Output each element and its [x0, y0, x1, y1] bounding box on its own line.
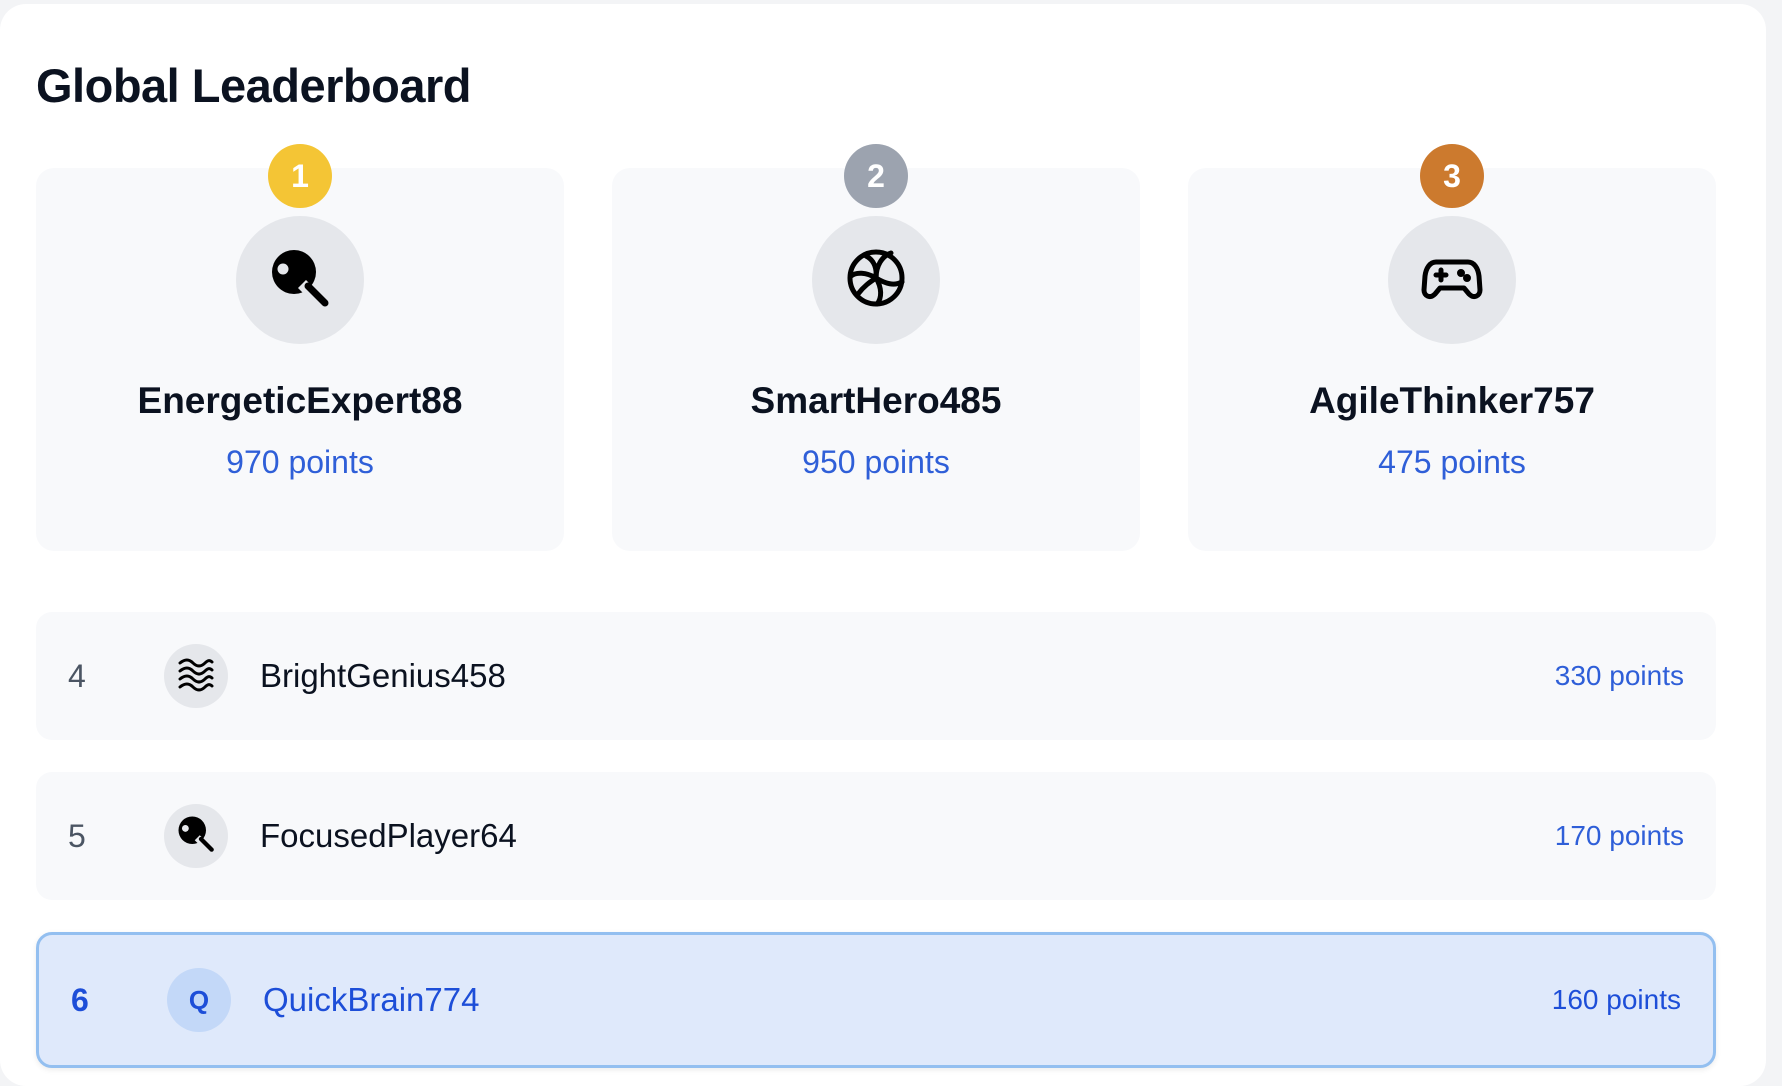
leaderboard-row[interactable]: 5 FocusedPlayer64 170 points	[36, 772, 1716, 900]
player-points: 475 points	[1378, 444, 1526, 480]
current-user-row[interactable]: 6 Q QuickBrain774 160 points	[36, 932, 1716, 1068]
podium-card-third[interactable]: 3 AgileThinker757 475 points	[1188, 144, 1716, 551]
leaderboard-row[interactable]: 4 BrightGenius458 330 points	[36, 612, 1716, 740]
rank-badge: 2	[844, 144, 908, 208]
player-points: 970 points	[226, 444, 374, 480]
page-title: Global Leaderboard	[36, 59, 471, 112]
avatar	[164, 804, 228, 868]
row-rank: 4	[68, 657, 86, 694]
avatar	[1388, 216, 1516, 344]
avatar	[812, 216, 940, 344]
player-name: FocusedPlayer64	[260, 817, 517, 854]
player-name: EnergeticExpert88	[137, 380, 463, 421]
player-name: AgileThinker757	[1309, 380, 1595, 421]
avatar	[164, 644, 228, 708]
waves-icon	[176, 654, 216, 699]
avatar-initial: Q	[188, 984, 210, 1015]
avatar: Q	[167, 968, 231, 1032]
player-points: 950 points	[802, 444, 950, 480]
gamepad-icon	[1420, 246, 1484, 315]
avatar	[236, 216, 364, 344]
player-name: SmartHero485	[750, 380, 1002, 421]
ping-pong-paddle-icon	[268, 246, 332, 315]
row-rank: 6	[71, 981, 89, 1018]
player-points: 160 points	[1551, 984, 1681, 1015]
rank-badge: 3	[1420, 144, 1484, 208]
rank-badge: 1	[268, 144, 332, 208]
player-name: BrightGenius458	[260, 657, 506, 694]
player-points: 170 points	[1554, 820, 1684, 851]
row-rank: 5	[68, 817, 86, 854]
player-points: 330 points	[1554, 660, 1684, 691]
volleyball-icon	[844, 246, 908, 315]
podium-card-first[interactable]: 1 EnergeticExpert88 970 points	[36, 144, 564, 551]
leaderboard-card: Global Leaderboard 1 EnergeticExpert88 9…	[0, 4, 1766, 1086]
ping-pong-paddle-icon	[176, 814, 216, 859]
podium-card-second[interactable]: 2 SmartHero485 950 points	[612, 144, 1140, 551]
player-name: QuickBrain774	[263, 981, 480, 1018]
